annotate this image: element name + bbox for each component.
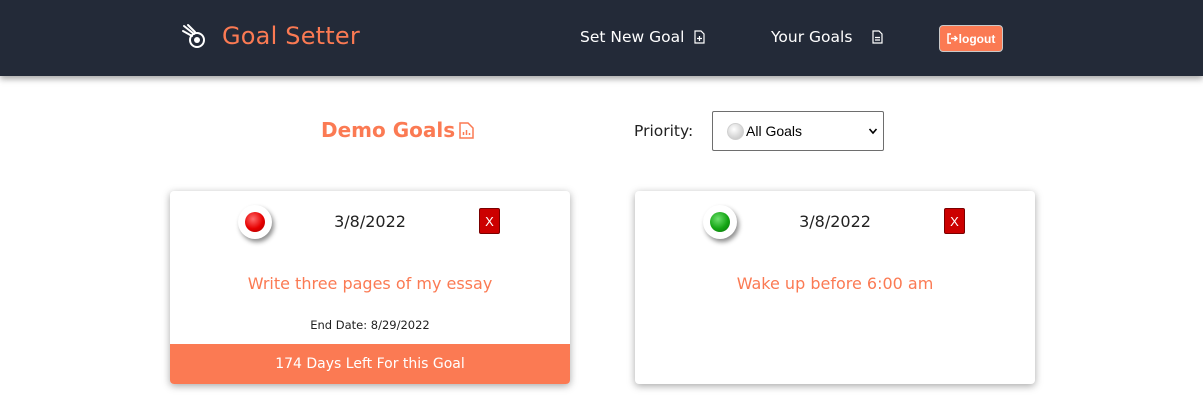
sign-out-icon xyxy=(946,33,958,44)
goal-date: 3/8/2022 xyxy=(799,212,871,231)
rocket-logo-icon xyxy=(182,24,205,48)
goal-text: Write three pages of my essay xyxy=(247,274,493,293)
brand-title: Goal Setter xyxy=(222,22,360,50)
white-circle-icon xyxy=(727,122,744,140)
goal-date: 3/8/2022 xyxy=(334,212,406,231)
days-left-bar: 174 Days Left For this Goal xyxy=(170,344,570,384)
goal-card: 3/8/2022 X Write three pages of my essay… xyxy=(170,191,570,384)
file-plus-icon xyxy=(694,30,706,44)
navbar: Goal Setter Set New Goal Your Goals logo… xyxy=(0,0,1203,76)
goal-end-date: End Date: 8/29/2022 xyxy=(310,318,430,332)
nav-your-goals-label: Your Goals xyxy=(771,28,853,46)
page-title-text: Demo Goals xyxy=(321,118,456,142)
delete-goal-button[interactable]: X xyxy=(479,208,500,234)
file-text-icon xyxy=(872,30,883,44)
file-chart-icon xyxy=(459,121,474,139)
chevron-down-icon xyxy=(868,128,878,135)
nav-your-goals[interactable]: Your Goals xyxy=(771,28,883,46)
page-title: Demo Goals xyxy=(321,118,474,142)
brand[interactable]: Goal Setter xyxy=(180,22,360,50)
logout-label: logout xyxy=(958,31,996,46)
logout-button[interactable]: logout xyxy=(939,25,1003,52)
priority-select[interactable]: All Goals xyxy=(712,111,884,151)
days-left-text: 174 Days Left For this Goal xyxy=(275,356,465,372)
nav-set-new-goal[interactable]: Set New Goal xyxy=(580,28,706,46)
delete-goal-button[interactable]: X xyxy=(944,208,965,234)
nav-set-new-goal-label: Set New Goal xyxy=(580,28,685,46)
priority-label: Priority: xyxy=(634,122,694,140)
goal-text: Wake up before 6:00 am xyxy=(736,274,934,293)
goal-card: 3/8/2022 X Wake up before 6:00 am xyxy=(635,191,1035,384)
priority-select-value: All Goals xyxy=(746,123,803,139)
